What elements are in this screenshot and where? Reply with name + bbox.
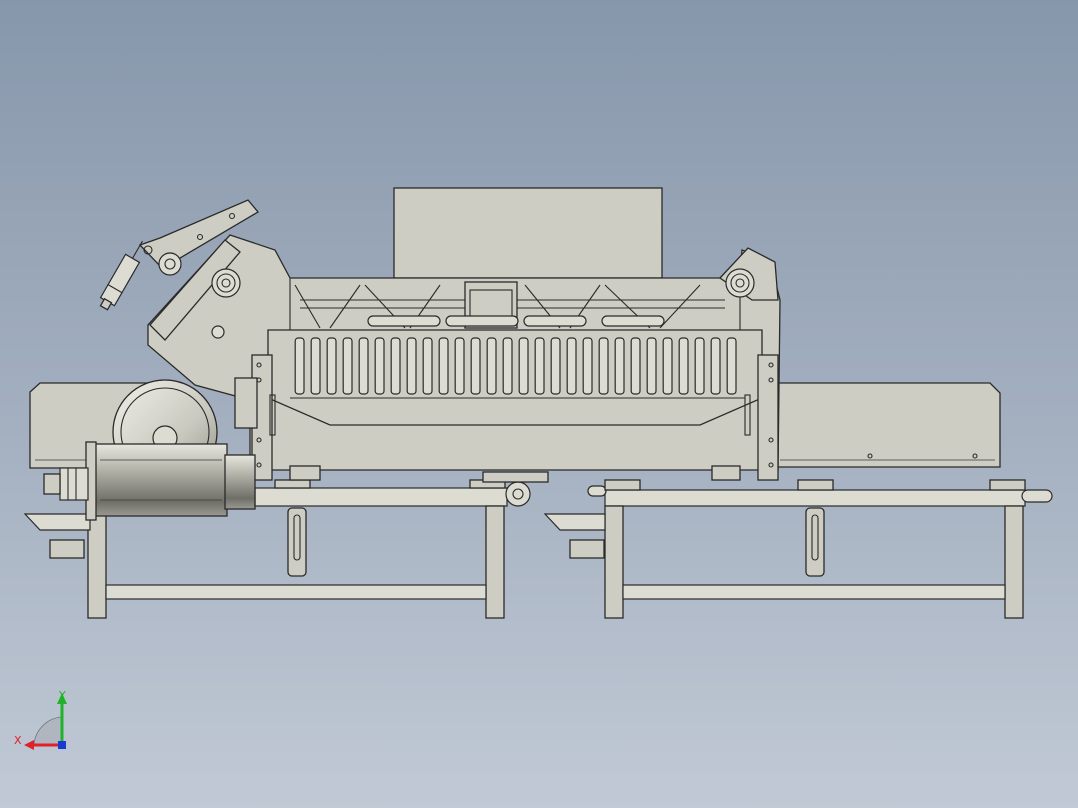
- comb-tooth: [486, 337, 497, 395]
- comb-tooth: [438, 337, 449, 395]
- lever-pivot: [158, 252, 182, 276]
- comb-tooth: [422, 337, 433, 395]
- comb-tooth: [710, 337, 721, 395]
- right-conveyor: [543, 465, 1053, 619]
- comb-tooth: [598, 337, 609, 395]
- x-axis-label: X: [14, 734, 22, 747]
- right-idler-wheel: [725, 268, 755, 298]
- x-axis-arrowhead: [24, 740, 34, 750]
- comb-tooth: [294, 337, 305, 395]
- left-end-roller: [505, 481, 531, 507]
- left-idler-wheel: [211, 268, 241, 298]
- comb-tooth: [550, 337, 561, 395]
- left-conveyor-leg: [485, 505, 505, 619]
- comb-tooth: [406, 337, 417, 395]
- comb-tooth: [342, 337, 353, 395]
- comb-tooth: [358, 337, 369, 395]
- pneumatic-cylinder: [99, 240, 143, 311]
- cad-viewport[interactable]: Y X: [0, 0, 1078, 808]
- comb-tooth: [694, 337, 705, 395]
- left-bearing-housing: [234, 377, 258, 429]
- comb-tooth: [470, 337, 481, 395]
- right-back-plate: [769, 382, 1001, 468]
- comb-tooth: [374, 337, 385, 395]
- left-conveyor-leg: [87, 505, 107, 619]
- comb-tooth: [566, 337, 577, 395]
- machine-drawing: Y X: [14, 187, 1053, 750]
- comb-tooth: [326, 337, 337, 395]
- frame-hole: [211, 325, 225, 339]
- comb-tooth: [614, 337, 625, 395]
- comb-tooth: [646, 337, 657, 395]
- z-axis-marker: [58, 741, 66, 749]
- axis-triad: Y X: [14, 689, 67, 750]
- frame-slots: [367, 315, 665, 327]
- comb-tooth: [502, 337, 513, 395]
- comb-tooth: [662, 337, 673, 395]
- comb-tooth: [454, 337, 465, 395]
- comb-tooth: [310, 337, 321, 395]
- comb-tooth: [518, 337, 529, 395]
- comb-tooth: [726, 337, 737, 395]
- comb-tooth: [630, 337, 641, 395]
- right-conveyor-leg: [604, 505, 624, 619]
- triad-plane-shading: [33, 716, 63, 746]
- comb-tooth: [582, 337, 593, 395]
- y-axis-label: Y: [58, 689, 66, 702]
- right-side-rail: [757, 354, 779, 481]
- comb-tooth: [678, 337, 689, 395]
- comb-tooth: [534, 337, 545, 395]
- comb-tooth: [390, 337, 401, 395]
- right-conveyor-leg: [1004, 505, 1024, 619]
- top-housing: [393, 187, 663, 279]
